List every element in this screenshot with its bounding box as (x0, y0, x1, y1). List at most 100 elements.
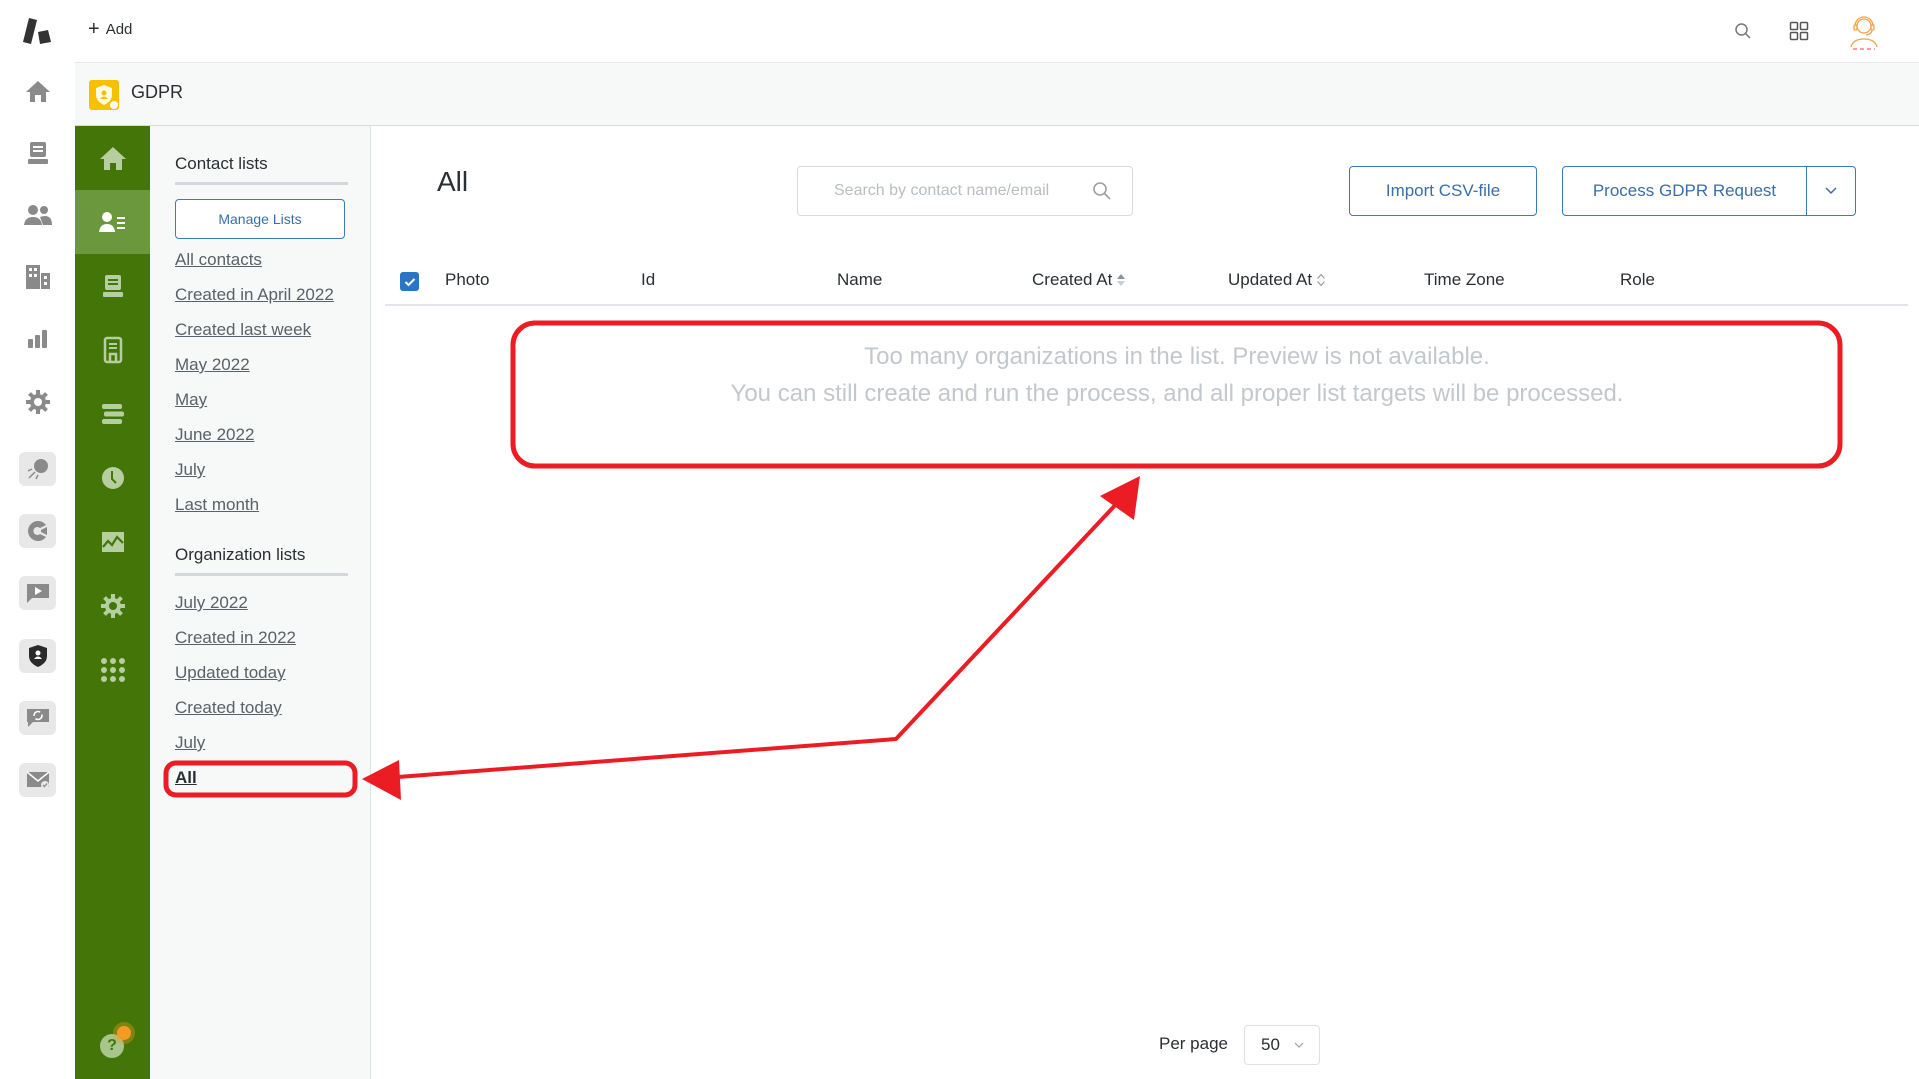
list-link[interactable]: Updated today (175, 663, 286, 683)
list-link[interactable]: July (175, 460, 205, 480)
rail-item-home[interactable] (19, 74, 56, 108)
app-header: GDPR (75, 62, 1919, 126)
organization-lists-heading: Organization lists (175, 545, 348, 576)
contact-lists-heading: Contact lists (175, 154, 348, 185)
email-verify-icon (26, 771, 49, 789)
nav-item-contact-lists[interactable] (75, 190, 150, 254)
chevron-down-icon (1294, 1042, 1304, 1048)
list-link[interactable]: July 2022 (175, 593, 248, 613)
page-title: All (437, 166, 469, 197)
sync-chat-icon (26, 709, 49, 727)
search-icon[interactable] (1092, 181, 1112, 201)
select-all-checkbox[interactable] (400, 272, 419, 291)
inbox-icon (27, 142, 48, 164)
chart-icon (101, 532, 124, 552)
rail-item-organizations[interactable] (19, 260, 56, 294)
empty-state-message: Too many organizations in the list. Prev… (512, 338, 1842, 412)
list-link[interactable]: Created in 2022 (175, 628, 296, 648)
rail-item-video[interactable] (19, 576, 56, 610)
document-icon (103, 336, 122, 364)
apps-icon (100, 658, 125, 682)
app-logo[interactable] (20, 16, 54, 46)
clock-icon (101, 467, 124, 489)
list-link[interactable]: Created last week (175, 320, 311, 340)
list-link[interactable]: All contacts (175, 250, 262, 270)
per-page-value: 50 (1261, 1035, 1280, 1054)
top-bar: + Add (0, 0, 1919, 62)
annotation-arrowhead-up (1100, 476, 1140, 520)
nav-item-history[interactable] (75, 446, 150, 510)
column-label: Name (837, 270, 883, 289)
add-button[interactable]: + Add (88, 19, 132, 39)
notification-dot (117, 1026, 131, 1040)
column-label: Created At (1032, 270, 1113, 289)
column-role: Role (1620, 270, 1655, 290)
list-link[interactable]: May (175, 390, 207, 410)
nav-item-statistics[interactable] (75, 510, 150, 574)
list-link[interactable]: Created today (175, 698, 282, 718)
rail-item-gdpr[interactable] (19, 639, 56, 673)
apps-grid-icon[interactable] (1785, 17, 1813, 45)
contact-lists-icon (98, 212, 125, 232)
rail-item-analytics[interactable] (19, 514, 56, 548)
rail-item-settings[interactable] (19, 385, 56, 419)
process-options-dropdown[interactable] (1806, 166, 1856, 216)
column-created-at[interactable]: Created At (1032, 270, 1126, 290)
inbox-icon (102, 275, 123, 297)
nav-item-inbox[interactable] (75, 254, 150, 318)
per-page-select[interactable]: 50 (1244, 1025, 1320, 1065)
annotation-arrow-line (384, 498, 1122, 780)
search-icon[interactable] (1729, 17, 1757, 45)
per-page-label: Per page (1159, 1034, 1228, 1053)
nav-item-apps[interactable] (75, 638, 150, 702)
process-gdpr-request-button[interactable]: Process GDPR Request (1562, 166, 1807, 216)
list-icon (101, 404, 124, 424)
list-link[interactable]: June 2022 (175, 425, 254, 445)
home-icon (99, 147, 126, 170)
nav-item-settings[interactable] (75, 574, 150, 638)
list-link[interactable]: July (175, 733, 205, 753)
column-photo: Photo (445, 270, 489, 290)
settings-icon (25, 390, 50, 414)
plus-icon: + (88, 18, 100, 40)
sort-icon (1117, 274, 1126, 286)
sort-icon (1317, 273, 1326, 287)
empty-state-line-2: You can still create and run the process… (730, 380, 1624, 407)
user-avatar-icon[interactable] (1846, 12, 1882, 52)
rail-item-contacts[interactable] (19, 198, 56, 232)
app-title: GDPR (131, 82, 184, 102)
chevron-down-icon (1825, 187, 1837, 195)
list-link[interactable]: All (175, 768, 197, 788)
lists-panel: Contact lists Manage Lists All contacts C… (150, 126, 371, 1079)
checkmark-icon (404, 277, 415, 286)
rail-item-email-verify[interactable] (19, 763, 56, 797)
nav-item-document[interactable] (75, 318, 150, 382)
rail-item-sync-chat[interactable] (19, 701, 56, 735)
contacts-icon (23, 205, 52, 225)
table-header: Photo Id Name Created At Updated At Time… (385, 262, 1908, 306)
manage-lists-button[interactable]: Manage Lists (175, 199, 345, 239)
column-id: Id (641, 270, 655, 290)
nav-item-home[interactable] (75, 126, 150, 190)
list-link[interactable]: May 2022 (175, 355, 250, 375)
search-box (797, 166, 1133, 216)
column-label: Time Zone (1424, 270, 1505, 289)
column-label: Photo (445, 270, 490, 289)
nav-item-list[interactable] (75, 382, 150, 446)
analytics-icon (27, 521, 47, 541)
column-updated-at[interactable]: Updated At (1228, 270, 1326, 290)
rail-item-marketing[interactable] (19, 452, 56, 486)
organizations-icon (25, 265, 50, 289)
rail-item-reports[interactable] (19, 322, 56, 356)
list-link[interactable]: Created in April 2022 (175, 285, 334, 305)
marketing-icon (27, 459, 48, 480)
search-input[interactable] (798, 167, 1078, 215)
rail-item-inbox[interactable] (19, 136, 56, 170)
column-time-zone: Time Zone (1424, 270, 1505, 290)
app-rail (0, 62, 75, 1079)
gdpr-shield-icon (28, 645, 47, 667)
column-label: Updated At (1228, 270, 1313, 289)
video-icon (26, 584, 49, 603)
import-csv-button[interactable]: Import CSV-file (1349, 166, 1537, 216)
list-link[interactable]: Last month (175, 495, 259, 515)
